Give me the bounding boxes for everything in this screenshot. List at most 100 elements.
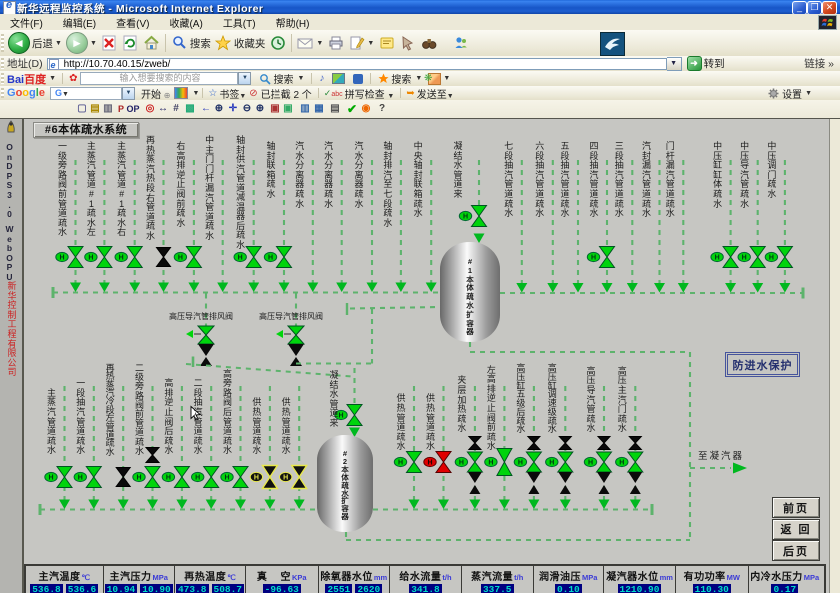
menu-item-0[interactable]: 文件(F) bbox=[0, 14, 53, 30]
dropdown-arrow-icon[interactable]: ▼ bbox=[447, 93, 454, 100]
valve[interactable] bbox=[467, 452, 482, 472]
valve[interactable] bbox=[262, 466, 277, 489]
closed-valve-icon[interactable] bbox=[468, 472, 482, 483]
google-input-dropdown[interactable]: ▼ bbox=[122, 87, 135, 100]
google-popup-blocker-icon[interactable]: ⊘ bbox=[249, 88, 257, 99]
valve[interactable] bbox=[68, 247, 83, 268]
grid-icon[interactable]: # bbox=[169, 102, 183, 116]
menu-item-1[interactable]: 编辑(E) bbox=[53, 14, 106, 30]
close-button[interactable]: ✕ bbox=[822, 1, 837, 15]
baidu-input-dropdown[interactable]: ▼ bbox=[238, 72, 251, 85]
search-button[interactable]: 搜索 bbox=[169, 31, 213, 55]
google-search-input[interactable]: G▼ bbox=[50, 87, 122, 100]
snapshot-icon[interactable]: ▣ bbox=[268, 102, 282, 116]
google-pagerank-icon[interactable] bbox=[174, 87, 188, 99]
restore-button[interactable]: ❐ bbox=[807, 1, 822, 15]
links-label[interactable]: 链接 » bbox=[804, 56, 834, 71]
valve[interactable] bbox=[598, 437, 610, 450]
valve[interactable] bbox=[472, 206, 487, 227]
table-icon[interactable]: ▦ bbox=[312, 102, 326, 116]
valve[interactable] bbox=[246, 247, 261, 268]
edit-button[interactable]: ▼ bbox=[346, 31, 376, 55]
valve[interactable] bbox=[146, 448, 159, 463]
back-arrow-icon[interactable]: ← bbox=[199, 102, 213, 116]
chart-icon[interactable]: ▥ bbox=[298, 102, 312, 116]
closed-valve-icon[interactable] bbox=[288, 344, 304, 356]
print-button[interactable] bbox=[325, 31, 346, 55]
google-start-button[interactable]: 开始 ⊕ bbox=[141, 86, 170, 101]
valve[interactable] bbox=[116, 468, 130, 487]
baidu-search-input[interactable]: 输入想要搜索的内容 bbox=[80, 72, 238, 85]
pan-icon[interactable]: ✛ bbox=[226, 102, 240, 116]
valve[interactable] bbox=[559, 437, 571, 450]
dropdown-arrow-icon[interactable]: ▼ bbox=[239, 93, 246, 100]
menu-item-2[interactable]: 查看(V) bbox=[106, 14, 159, 30]
valve[interactable] bbox=[57, 467, 72, 488]
forward-dropdown[interactable]: ▼ bbox=[90, 40, 97, 47]
stop-button[interactable] bbox=[99, 31, 120, 55]
closed-valve-icon[interactable] bbox=[597, 472, 611, 483]
toolbar-grip[interactable] bbox=[1, 34, 4, 52]
history-button[interactable] bbox=[267, 31, 288, 55]
valve[interactable] bbox=[723, 247, 738, 268]
google-spellcheck-button[interactable]: 拼写检查 ▼ bbox=[345, 86, 395, 101]
dropdown-arrow-icon[interactable]: ▼ bbox=[805, 90, 812, 97]
baidu-mp3-icon[interactable]: ♪ bbox=[319, 73, 324, 84]
valve[interactable] bbox=[97, 247, 112, 268]
new-icon[interactable]: ▢ bbox=[75, 102, 89, 116]
address-dropdown[interactable]: ▼ bbox=[667, 57, 682, 71]
find-icon[interactable]: ◎ bbox=[143, 102, 157, 116]
alarm-icon[interactable]: ◉ bbox=[359, 102, 373, 116]
menu-item-5[interactable]: 帮助(H) bbox=[266, 14, 320, 30]
closed-valve-icon[interactable] bbox=[198, 344, 214, 356]
refresh-button[interactable] bbox=[120, 31, 141, 55]
dropdown-arrow-icon[interactable]: ▼ bbox=[387, 93, 394, 100]
baidu-image-icon[interactable] bbox=[332, 73, 345, 84]
mail-button[interactable]: ▼ bbox=[295, 31, 325, 55]
valve[interactable] bbox=[145, 467, 160, 488]
valve[interactable] bbox=[558, 452, 573, 472]
zoom-out-icon[interactable]: ⊖ bbox=[240, 102, 254, 116]
addressbar-grip[interactable] bbox=[1, 58, 4, 69]
valve[interactable] bbox=[497, 449, 512, 476]
prev-page-button[interactable]: 前页 bbox=[772, 497, 820, 518]
measure-icon[interactable]: ↔ bbox=[156, 102, 170, 116]
valve[interactable] bbox=[174, 467, 189, 488]
baidu-misc-dropdown[interactable]: ▼ bbox=[443, 75, 450, 82]
address-input[interactable]: e http://10.70.40.15/zweb/ bbox=[47, 58, 667, 70]
dropdown-arrow-icon[interactable]: ▼ bbox=[62, 91, 69, 98]
valve[interactable] bbox=[407, 452, 422, 473]
valve[interactable] bbox=[288, 326, 304, 344]
valve[interactable] bbox=[292, 466, 307, 489]
forward-button[interactable]: ► ▼ bbox=[64, 31, 99, 55]
valve[interactable] bbox=[526, 452, 541, 472]
confirm-icon[interactable]: ✔ bbox=[345, 102, 359, 116]
google-bookmark-star-icon[interactable]: ☆ bbox=[208, 88, 217, 99]
back-button[interactable]: ◄ 后退 ▼ bbox=[6, 31, 64, 55]
valve[interactable] bbox=[777, 247, 792, 268]
op-tool-icon[interactable]: OP bbox=[126, 102, 140, 116]
valve[interactable] bbox=[436, 452, 451, 473]
baidu-logo-dropdown[interactable]: ▼ bbox=[49, 75, 56, 82]
print2-icon[interactable]: ▤ bbox=[328, 102, 342, 116]
baidu-news-dropdown[interactable]: ▼ bbox=[415, 75, 422, 82]
image-icon[interactable]: ▩ bbox=[183, 102, 197, 116]
baidubar-grip[interactable] bbox=[1, 73, 4, 84]
zoom-icon[interactable]: ⊕ bbox=[212, 102, 226, 116]
valve[interactable] bbox=[469, 437, 481, 450]
go-button[interactable]: ➜ 转到 bbox=[687, 56, 725, 71]
zoom-in-icon[interactable]: ⊕ bbox=[253, 102, 267, 116]
valve[interactable] bbox=[347, 405, 362, 426]
valve[interactable] bbox=[127, 247, 142, 268]
baidu-video-icon[interactable] bbox=[353, 74, 363, 84]
valve[interactable] bbox=[750, 247, 765, 268]
menu-item-4[interactable]: 工具(T) bbox=[213, 14, 266, 30]
messenger-button[interactable] bbox=[450, 31, 471, 55]
valve[interactable] bbox=[628, 452, 643, 472]
googlebar-grip[interactable] bbox=[1, 88, 4, 98]
closed-valve-icon[interactable] bbox=[558, 472, 572, 483]
edit-dropdown[interactable]: ▼ bbox=[367, 40, 374, 47]
research-button[interactable] bbox=[418, 31, 439, 55]
menu-item-3[interactable]: 收藏(A) bbox=[159, 14, 212, 30]
closed-valve-icon[interactable] bbox=[527, 472, 541, 483]
